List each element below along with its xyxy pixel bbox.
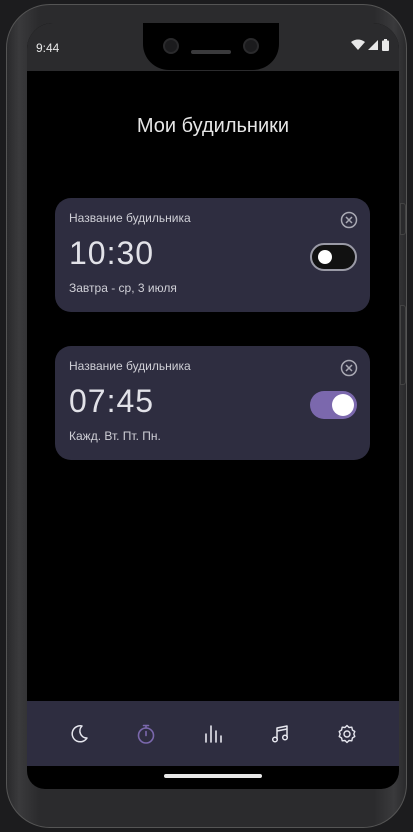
signal-icon <box>368 40 378 50</box>
earpiece-speaker <box>191 50 231 54</box>
wifi-icon <box>351 39 365 50</box>
stopwatch-icon <box>137 724 155 744</box>
nav-item-alarms[interactable] <box>128 716 164 752</box>
bar-chart-icon <box>205 724 222 743</box>
alarm-card[interactable]: Название будильника 07:45 Кажд. Вт. Пт. … <box>55 346 370 460</box>
front-sensor-icon <box>243 38 259 54</box>
alarm-time: 10:30 <box>69 235 155 271</box>
page-title: Мои будильники <box>136 115 290 137</box>
gear-icon <box>338 724 356 743</box>
nav-item-sounds[interactable] <box>262 716 298 752</box>
alarm-toggle[interactable] <box>310 391 357 419</box>
volume-button <box>400 203 406 235</box>
camera-notch <box>143 23 279 70</box>
alarm-schedule: Завтра - ср, 3 июля <box>69 281 177 295</box>
power-button <box>400 305 406 385</box>
bottom-navigation <box>27 701 399 766</box>
alarm-card[interactable]: Название будильника 10:30 Завтра - ср, 3… <box>55 198 370 312</box>
status-time: 9:44 <box>36 41 60 55</box>
status-bar: 9:44 <box>27 23 399 71</box>
alarm-name: Название будильника <box>69 211 191 225</box>
alarm-schedule: Кажд. Вт. Пт. Пн. <box>69 429 161 443</box>
music-note-icon <box>272 724 289 743</box>
nav-item-settings[interactable] <box>329 716 365 752</box>
front-camera-icon <box>163 38 179 54</box>
close-icon[interactable] <box>340 211 358 229</box>
alarm-time: 07:45 <box>69 383 155 419</box>
alarm-name: Название будильника <box>69 359 191 373</box>
phone-frame: 9:44 Мои будильники Название будильника … <box>6 4 407 828</box>
nav-item-statistics[interactable] <box>195 716 231 752</box>
status-icons <box>351 39 389 51</box>
alarm-toggle[interactable] <box>310 243 357 271</box>
nav-item-sleep[interactable] <box>61 716 97 752</box>
close-icon[interactable] <box>340 359 358 377</box>
battery-icon <box>382 39 389 51</box>
toggle-knob <box>332 394 354 416</box>
moon-icon <box>71 724 88 742</box>
home-indicator[interactable] <box>164 774 262 778</box>
screen: 9:44 Мои будильники Название будильника … <box>27 23 399 789</box>
toggle-knob <box>318 250 332 264</box>
